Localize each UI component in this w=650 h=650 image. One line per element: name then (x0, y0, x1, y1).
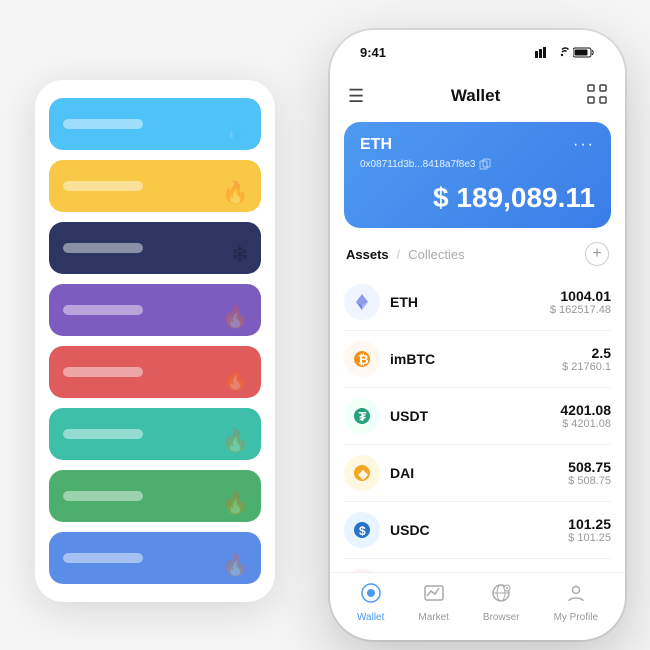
stack-card-5[interactable]: 🔥 (49, 346, 261, 398)
svg-text:₮: ₮ (359, 409, 367, 424)
dai-icon: ◈ (344, 455, 380, 491)
imbtc-name: imBTC (390, 351, 552, 367)
svg-text:$: $ (359, 524, 366, 538)
wallet-menu-dots[interactable]: ··· (573, 136, 595, 154)
card-label-4 (63, 305, 143, 315)
card-icon-6: 🔥 (222, 428, 249, 454)
asset-item-tft[interactable]: ❧ TFT 13 0 (344, 559, 611, 572)
page-title: Wallet (451, 86, 500, 106)
wallet-balance: $ 189,089.11 (360, 182, 595, 214)
dai-name: DAI (390, 465, 558, 481)
market-nav-label: Market (418, 612, 449, 623)
card-icon-5: 🔥 (222, 366, 249, 392)
asset-item-dai[interactable]: ◈ DAI 508.75 $ 508.75 (344, 445, 611, 502)
usdt-amounts: 4201.08 $ 4201.08 (560, 402, 611, 430)
eth-amount: 1004.01 (550, 288, 611, 304)
usdc-usd: $ 101.25 (568, 532, 611, 544)
wallet-card[interactable]: ETH ··· 0x08711d3b...8418a7f8e3 $ 189,08… (344, 122, 611, 228)
card-label-5 (63, 367, 143, 377)
menu-icon[interactable]: ☰ (348, 86, 364, 107)
usdc-amount: 101.25 (568, 516, 611, 532)
stack-card-2[interactable]: 🔥 (49, 160, 261, 212)
asset-item-usdt[interactable]: ₮ USDT 4201.08 $ 4201.08 (344, 388, 611, 445)
card-icon-3: ❄ (231, 242, 249, 268)
assets-header: Assets / Collecties + (330, 238, 625, 274)
eth-icon (344, 284, 380, 320)
nav-profile[interactable]: My Profile (554, 582, 598, 623)
asset-item-usdc[interactable]: $ USDC 101.25 $ 101.25 (344, 502, 611, 559)
svg-text:◈: ◈ (358, 467, 369, 481)
bottom-nav: Wallet Market (330, 572, 625, 640)
usdt-name: USDT (390, 408, 550, 424)
eth-name: ETH (390, 294, 540, 310)
card-label-3 (63, 243, 143, 253)
stack-card-8[interactable]: 🔥 (49, 532, 261, 584)
asset-item-imbtc[interactable]: ₿ imBTC 2.5 $ 21760.1 (344, 331, 611, 388)
card-label-2 (63, 181, 143, 191)
usdt-icon: ₮ (344, 398, 380, 434)
browser-nav-icon (490, 582, 512, 610)
phone-frame: 9:41 (330, 30, 625, 640)
card-icon-4: 🔥 (222, 304, 249, 330)
usdt-amount: 4201.08 (560, 402, 611, 418)
profile-nav-label: My Profile (554, 612, 598, 623)
asset-list: ETH 1004.01 $ 162517.48 ₿ imBTC 2.5 $ (330, 274, 625, 572)
stack-card-7[interactable]: 🔥 (49, 470, 261, 522)
nav-market[interactable]: Market (418, 582, 449, 623)
stack-card-1[interactable]: 💧 (49, 98, 261, 150)
eth-amounts: 1004.01 $ 162517.48 (550, 288, 611, 316)
stack-card-4[interactable]: 🔥 (49, 284, 261, 336)
status-icons (535, 47, 595, 58)
main-scene: 💧 🔥 ❄ 🔥 🔥 🔥 🔥 🔥 (15, 20, 635, 630)
market-nav-icon (423, 582, 445, 610)
card-icon-8: 🔥 (222, 552, 249, 578)
usdc-icon: $ (344, 512, 380, 548)
browser-nav-label: Browser (483, 612, 520, 623)
wallet-address: 0x08711d3b...8418a7f8e3 (360, 158, 595, 170)
nav-wallet[interactable]: Wallet (357, 582, 384, 623)
assets-tabs: Assets / Collecties (346, 247, 465, 262)
eth-usd: $ 162517.48 (550, 304, 611, 316)
card-icon-7: 🔥 (222, 490, 249, 516)
usdc-amounts: 101.25 $ 101.25 (568, 516, 611, 544)
tab-collecties[interactable]: Collecties (408, 247, 464, 262)
usdt-usd: $ 4201.08 (560, 418, 611, 430)
card-label-1 (63, 119, 143, 129)
imbtc-icon: ₿ (344, 341, 380, 377)
dai-amount: 508.75 (568, 459, 611, 475)
card-label-7 (63, 491, 143, 501)
card-label-6 (63, 429, 143, 439)
card-label-8 (63, 553, 143, 563)
card-stack: 💧 🔥 ❄ 🔥 🔥 🔥 🔥 🔥 (35, 80, 275, 602)
add-asset-button[interactable]: + (585, 242, 609, 266)
svg-text:₿: ₿ (358, 352, 369, 367)
wallet-currency: ETH (360, 136, 392, 154)
stack-card-3[interactable]: ❄ (49, 222, 261, 274)
status-bar: 9:41 (330, 30, 625, 74)
profile-nav-icon (565, 582, 587, 610)
wallet-nav-icon (360, 582, 382, 610)
imbtc-amounts: 2.5 $ 21760.1 (562, 345, 611, 373)
card-icon-2: 🔥 (222, 180, 249, 206)
dai-usd: $ 508.75 (568, 475, 611, 487)
wallet-nav-label: Wallet (357, 612, 384, 623)
imbtc-usd: $ 21760.1 (562, 361, 611, 373)
usdc-name: USDC (390, 522, 558, 538)
imbtc-amount: 2.5 (562, 345, 611, 361)
nav-bar: ☰ Wallet (330, 74, 625, 118)
asset-item-eth[interactable]: ETH 1004.01 $ 162517.48 (344, 274, 611, 331)
dai-amounts: 508.75 $ 508.75 (568, 459, 611, 487)
nav-browser[interactable]: Browser (483, 582, 520, 623)
scan-icon[interactable] (587, 84, 607, 109)
status-time: 9:41 (360, 45, 386, 60)
tab-divider: / (397, 247, 401, 262)
stack-card-6[interactable]: 🔥 (49, 408, 261, 460)
card-icon-1: 💧 (222, 118, 249, 144)
tab-assets[interactable]: Assets (346, 247, 389, 262)
